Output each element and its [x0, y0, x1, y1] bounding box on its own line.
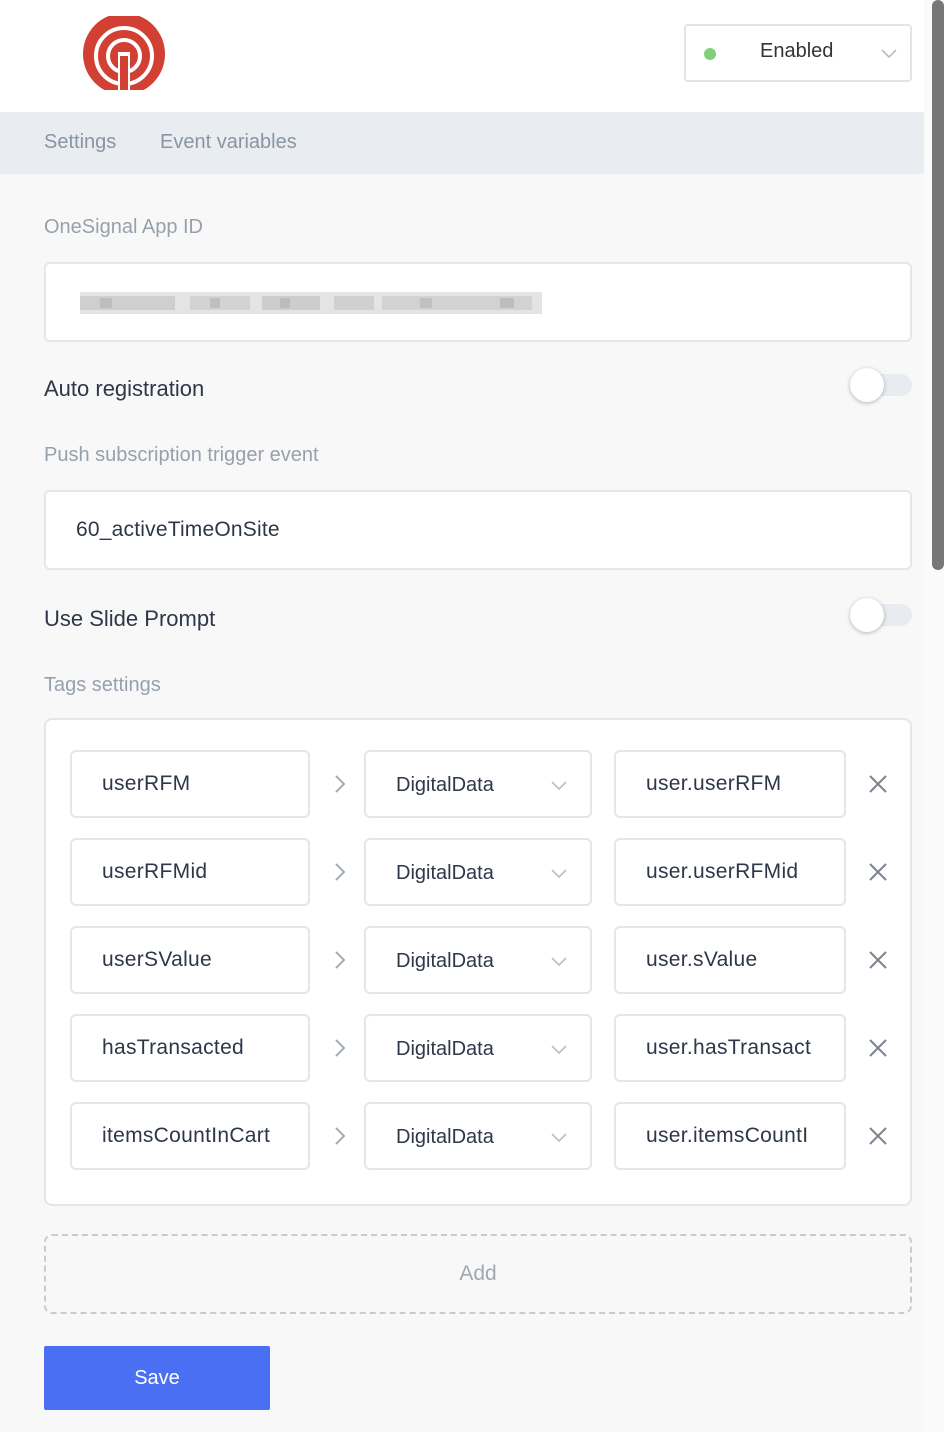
tag-path-value: user.hasTransact	[646, 1036, 812, 1059]
status-label: Enabled	[760, 40, 834, 62]
auto-registration-toggle[interactable]	[850, 368, 912, 402]
trigger-event-input[interactable]: 60_activeTimeOnSite	[44, 490, 912, 570]
header: Enabled	[0, 0, 924, 112]
trigger-event-value: 60_activeTimeOnSite	[76, 518, 280, 541]
trigger-event-label: Push subscription trigger event	[44, 444, 319, 466]
tag-path-value: user.userRFM	[646, 772, 782, 795]
chevron-down-icon	[881, 49, 897, 59]
tag-name-value: hasTransacted	[102, 1036, 245, 1059]
tag-name-value: userRFM	[102, 772, 191, 795]
tag-source-value: DigitalData	[396, 774, 494, 796]
auto-registration-label: Auto registration	[44, 376, 205, 401]
chevron-down-icon	[551, 957, 567, 967]
close-icon[interactable]	[868, 950, 888, 970]
chevron-down-icon	[551, 1045, 567, 1055]
tag-name-value: userRFMid	[102, 860, 208, 883]
tag-path-input[interactable]: user.hasTransact	[614, 1014, 846, 1082]
tag-source-value: DigitalData	[396, 862, 494, 884]
tab-settings[interactable]: Settings	[44, 131, 116, 154]
chevron-right-icon	[335, 1127, 346, 1145]
app-id-input[interactable]	[44, 262, 912, 342]
chevron-right-icon	[335, 951, 346, 969]
tab-event-variables[interactable]: Event variables	[160, 131, 297, 154]
tag-path-input[interactable]: user.sValue	[614, 926, 846, 994]
chevron-right-icon	[335, 775, 346, 793]
tag-source-select[interactable]: DigitalData	[364, 838, 592, 906]
chevron-down-icon	[551, 1133, 567, 1143]
close-icon[interactable]	[868, 1126, 888, 1146]
tag-path-value: user.userRFMid	[646, 860, 799, 883]
tag-path-input[interactable]: user.userRFM	[614, 750, 846, 818]
tag-source-select[interactable]: DigitalData	[364, 926, 592, 994]
onesignal-logo-icon	[82, 16, 166, 92]
close-icon[interactable]	[868, 774, 888, 794]
close-icon[interactable]	[868, 862, 888, 882]
tag-name-input[interactable]: itemsCountInCart	[70, 1102, 310, 1170]
slide-prompt-toggle[interactable]	[850, 598, 912, 632]
redacted-value	[80, 292, 542, 314]
chevron-right-icon	[335, 1039, 346, 1057]
tag-name-input[interactable]: userRFM	[70, 750, 310, 818]
chevron-right-icon	[335, 863, 346, 881]
add-tag-button[interactable]: Add	[44, 1234, 912, 1314]
scrollbar-thumb[interactable]	[932, 0, 944, 570]
tag-name-input[interactable]: userRFMid	[70, 838, 310, 906]
tag-name-value: itemsCountInCart	[102, 1124, 271, 1147]
status-select[interactable]: Enabled	[684, 24, 912, 82]
tag-source-value: DigitalData	[396, 950, 494, 972]
chevron-down-icon	[551, 869, 567, 879]
tag-path-input[interactable]: user.itemsCountI	[614, 1102, 846, 1170]
chevron-down-icon	[551, 781, 567, 791]
toggle-knob	[850, 598, 884, 632]
tag-source-select[interactable]: DigitalData	[364, 750, 592, 818]
close-icon[interactable]	[868, 1038, 888, 1058]
tag-source-value: DigitalData	[396, 1038, 494, 1060]
app-id-label: OneSignal App ID	[44, 216, 203, 238]
toggle-knob	[850, 368, 884, 402]
status-dot-icon	[704, 48, 716, 60]
tag-name-input[interactable]: hasTransacted	[70, 1014, 310, 1082]
tab-bar: Settings Event variables	[0, 112, 924, 174]
tag-source-select[interactable]: DigitalData	[364, 1014, 592, 1082]
save-button[interactable]: Save	[44, 1346, 270, 1410]
tag-source-select[interactable]: DigitalData	[364, 1102, 592, 1170]
slide-prompt-label: Use Slide Prompt	[44, 606, 216, 631]
tag-name-value: userSValue	[102, 948, 213, 971]
tag-path-input[interactable]: user.userRFMid	[614, 838, 846, 906]
tag-path-value: user.sValue	[646, 948, 758, 971]
tag-name-input[interactable]: userSValue	[70, 926, 310, 994]
tag-source-value: DigitalData	[396, 1126, 494, 1148]
tags-settings-label: Tags settings	[44, 674, 161, 696]
tag-path-value: user.itemsCountI	[646, 1124, 809, 1147]
